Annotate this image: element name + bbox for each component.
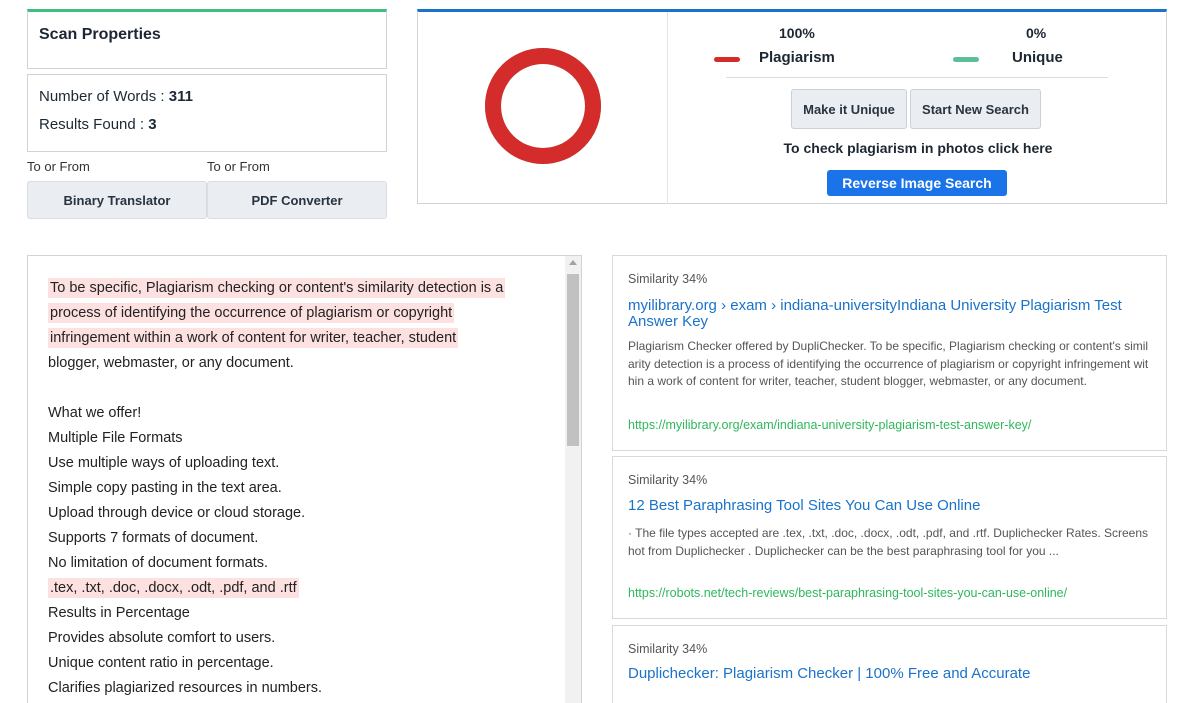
word-count-value: 311: [168, 88, 193, 105]
similarity-label: Similarity 34%: [628, 642, 708, 656]
scan-stats-panel: Number of Words : 311 Results Found : 3: [27, 74, 387, 152]
donut-plagiarism-arc: [485, 48, 601, 164]
pdf-converter-button[interactable]: PDF Converter: [207, 181, 387, 219]
unique-text: Use multiple ways of uploading text.: [48, 455, 280, 471]
unique-text: Multiple File Formats: [48, 430, 183, 446]
unique-text: Supports 7 formats of document.: [48, 530, 259, 546]
unique-text: blogger, webmaster, or any document.: [48, 355, 294, 371]
unique-legend-swatch: [953, 57, 979, 62]
photo-check-prompt: To check plagiarism in photos click here: [783, 140, 1053, 156]
text-line: Simple copy pasting in the text area.: [48, 476, 558, 501]
unique-text: Results in Percentage: [48, 605, 190, 621]
text-panel-scrollbar[interactable]: [565, 256, 581, 703]
text-line: Supports 7 formats of document.: [48, 526, 558, 551]
unique-text: Provides absolute comfort to users.: [48, 630, 276, 646]
result-title-link[interactable]: Duplichecker: Plagiarism Checker | 100% …: [628, 666, 1153, 682]
text-line: Upload through device or cloud storage.: [48, 501, 558, 526]
summary-divider: [667, 12, 668, 204]
result-summary-panel: 100% 0% Plagiarism Unique Make it Unique…: [417, 9, 1167, 204]
plagiarized-text: To be specific, Plagiarism checking or c…: [48, 278, 506, 298]
text-line: Use multiple ways of uploading text.: [48, 451, 558, 476]
text-line: What we offer!: [48, 401, 558, 426]
word-count: Number of Words : 311: [39, 88, 193, 105]
text-line: process of identifying the occurrence of…: [48, 301, 558, 326]
scrollbar-thumb[interactable]: [567, 274, 579, 446]
text-line: Unique content ratio in percentage.: [48, 651, 558, 676]
unique-text: Unique content ratio in percentage.: [48, 655, 274, 671]
text-line: No limitation of document formats.: [48, 551, 558, 576]
text-line: .tex, .txt, .doc, .docx, .odt, .pdf, and…: [48, 576, 558, 601]
scroll-up-arrow-icon[interactable]: [569, 260, 577, 265]
result-url-link[interactable]: https://myilibrary.org/exam/indiana-univ…: [628, 418, 1031, 432]
checked-text-content: To be specific, Plagiarism checking or c…: [48, 276, 558, 701]
plagiarism-percent: 100%: [779, 25, 815, 41]
result-card: Similarity 34% 12 Best Paraphrasing Tool…: [612, 456, 1167, 619]
plagiarized-text: infringement within a work of content fo…: [48, 328, 459, 348]
text-line: blogger, webmaster, or any document.: [48, 351, 558, 376]
result-url-link[interactable]: https://robots.net/tech-reviews/best-par…: [628, 586, 1067, 600]
result-description: Plagiarism Checker offered by DupliCheck…: [628, 339, 1149, 388]
similarity-label: Similarity 34%: [628, 272, 708, 286]
unique-text: Clarifies plagiarized resources in numbe…: [48, 680, 323, 696]
start-new-search-button[interactable]: Start New Search: [910, 89, 1041, 129]
binary-translator-caption: To or From: [27, 159, 90, 174]
text-line: infringement within a work of content fo…: [48, 326, 558, 351]
unique-text: What we offer!: [48, 405, 142, 421]
result-title-link[interactable]: myilibrary.org › exam › indiana-universi…: [628, 298, 1153, 330]
unique-text: No limitation of document formats.: [48, 555, 269, 571]
similarity-label: Similarity 34%: [628, 473, 708, 487]
text-line: To be specific, Plagiarism checking or c…: [48, 276, 558, 301]
binary-translator-button[interactable]: Binary Translator: [27, 181, 207, 219]
summary-separator: [726, 77, 1108, 78]
result-card: Similarity 34% Duplichecker: Plagiarism …: [612, 625, 1167, 703]
results-count-value: 3: [148, 116, 157, 133]
result-title-link[interactable]: 12 Best Paraphrasing Tool Sites You Can …: [628, 498, 1153, 514]
reverse-image-search-button[interactable]: Reverse Image Search: [827, 170, 1007, 196]
result-card: Similarity 34% myilibrary.org › exam › i…: [612, 255, 1167, 451]
text-line: Multiple File Formats: [48, 426, 558, 451]
result-description: · The file types accepted are .tex, .txt…: [628, 526, 1149, 558]
word-count-label: Number of Words :: [39, 88, 169, 105]
text-line: Provides absolute comfort to users.: [48, 626, 558, 651]
results-count: Results Found : 3: [39, 116, 157, 133]
plagiarized-text: process of identifying the occurrence of…: [48, 303, 455, 323]
text-line: Results in Percentage: [48, 601, 558, 626]
checked-text-panel[interactable]: To be specific, Plagiarism checking or c…: [27, 255, 582, 703]
plagiarism-legend-swatch: [714, 57, 740, 62]
unique-text: Upload through device or cloud storage.: [48, 505, 306, 521]
make-it-unique-button[interactable]: Make it Unique: [791, 89, 907, 129]
unique-text: Simple copy pasting in the text area.: [48, 480, 282, 496]
plagiarism-legend-label: Plagiarism: [759, 49, 835, 66]
unique-legend-label: Unique: [1012, 49, 1063, 66]
plagiarism-donut-chart: [485, 48, 601, 164]
pdf-converter-caption: To or From: [207, 159, 270, 174]
plagiarized-text: .tex, .txt, .doc, .docx, .odt, .pdf, and…: [48, 578, 299, 598]
text-line: Clarifies plagiarized resources in numbe…: [48, 676, 558, 701]
scan-properties-title: Scan Properties: [39, 26, 161, 43]
text-line: [48, 376, 558, 401]
scan-properties-panel: Scan Properties: [27, 9, 387, 69]
results-count-label: Results Found :: [39, 116, 149, 133]
unique-percent: 0%: [1026, 25, 1047, 41]
